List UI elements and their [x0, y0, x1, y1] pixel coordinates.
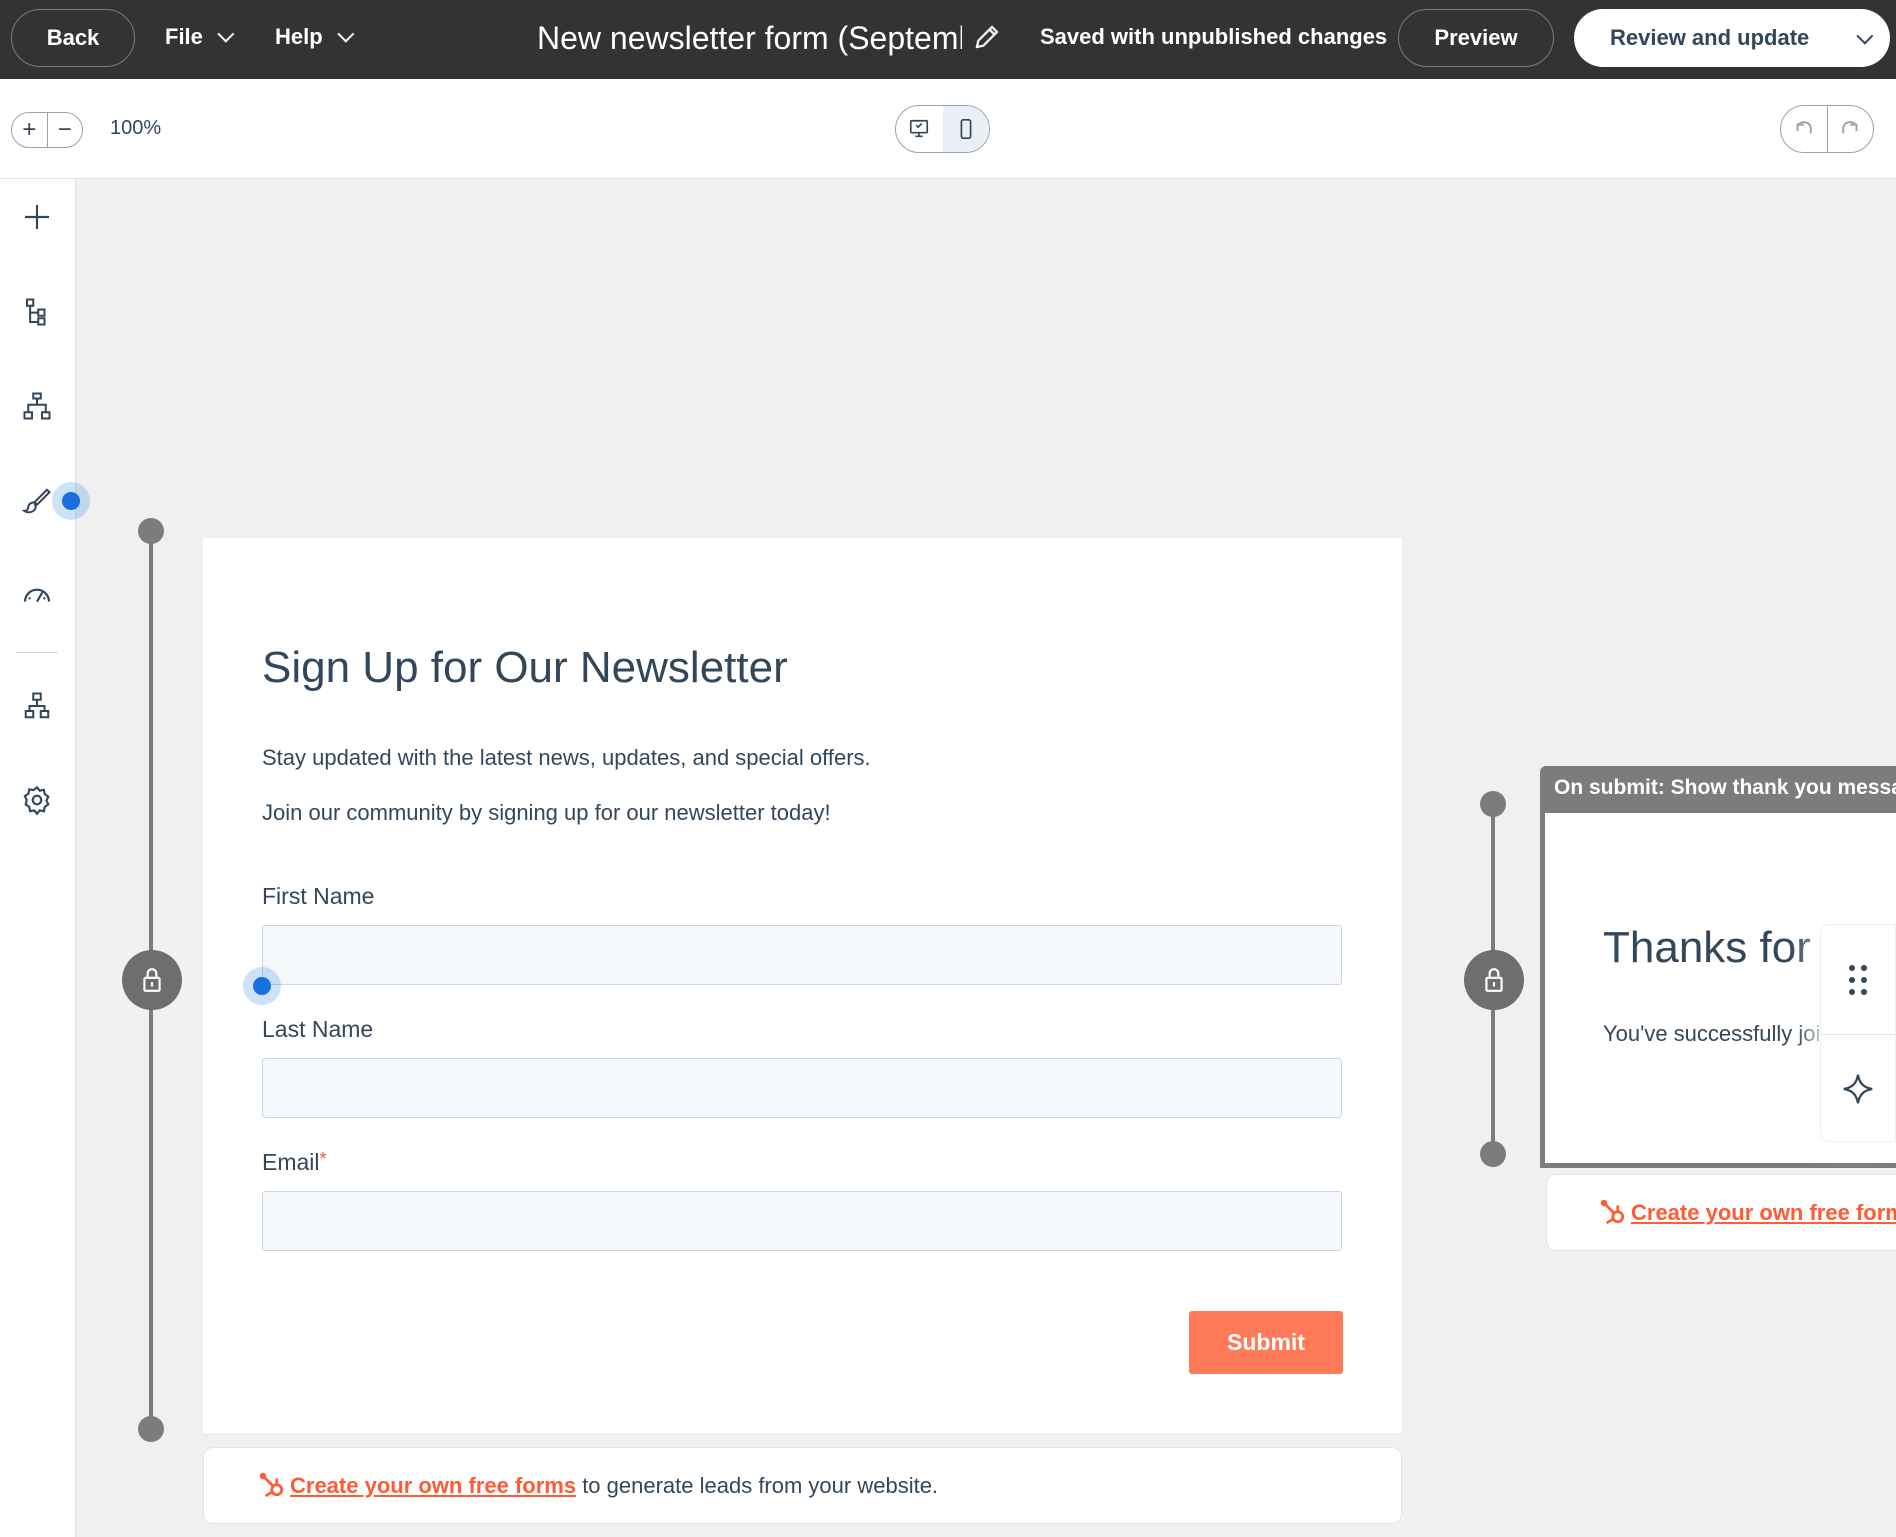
- style-notification-beacon[interactable]: [52, 482, 90, 520]
- pencil-icon[interactable]: [972, 22, 1002, 52]
- footer-text: to generate leads from your website.: [576, 1472, 939, 1498]
- submit-button[interactable]: Submit: [1189, 1311, 1343, 1374]
- performance-button[interactable]: [18, 576, 56, 614]
- review-and-update-button[interactable]: Review and update: [1574, 9, 1890, 67]
- required-marker: *: [319, 1149, 327, 1169]
- zoom-out-button[interactable]: −: [46, 113, 83, 147]
- sidebar-divider: [16, 652, 58, 653]
- file-menu[interactable]: File: [165, 24, 235, 50]
- help-menu[interactable]: Help: [275, 24, 355, 50]
- sparkle-icon: [1843, 1074, 1873, 1104]
- layers-button[interactable]: [18, 293, 56, 331]
- form-description-2[interactable]: Join our community by signing up for our…: [262, 800, 831, 826]
- style-button[interactable]: [18, 482, 56, 520]
- workflow-icon: [24, 692, 50, 719]
- undo-icon: [1796, 121, 1812, 134]
- thank-you-rail-bottom-handle[interactable]: [1480, 1141, 1506, 1167]
- field-focus-beacon[interactable]: [243, 967, 281, 1005]
- form-heading[interactable]: Sign Up for Our Newsletter: [262, 643, 788, 693]
- form-step-lock[interactable]: [122, 950, 182, 1010]
- rail-bottom-handle[interactable]: [138, 1416, 164, 1442]
- redo-button[interactable]: [1826, 106, 1874, 152]
- first-name-label: First Name: [262, 883, 375, 909]
- drag-handle-icon: [1849, 964, 1867, 995]
- on-submit-header[interactable]: On submit: Show thank you message: [1540, 766, 1896, 810]
- rail-top-handle[interactable]: [138, 518, 164, 544]
- ai-assist-button[interactable]: [1821, 1034, 1895, 1143]
- layers-tree-icon: [26, 298, 46, 326]
- workflow-button[interactable]: [18, 687, 56, 725]
- chevron-down-icon: [337, 25, 355, 43]
- canvas-toolbar: + − 100%: [0, 79, 1896, 179]
- desktop-icon: [910, 119, 929, 138]
- thank-you-rail-top-handle[interactable]: [1480, 791, 1506, 817]
- add-element-button[interactable]: [18, 198, 56, 236]
- hubspot-sprocket-icon: [1599, 1198, 1629, 1228]
- email-label-text: Email: [262, 1149, 320, 1175]
- speedometer-icon: [23, 588, 51, 603]
- form-footer: Create your own free forms to generate l…: [203, 1447, 1402, 1524]
- plus-icon: [25, 205, 49, 229]
- save-status: Saved with unpublished changes: [1040, 24, 1388, 49]
- zoom-in-button[interactable]: +: [12, 113, 47, 147]
- top-bar: Back File Help New newsletter form (Sept…: [0, 0, 1896, 79]
- lock-icon: [143, 968, 161, 992]
- preview-button[interactable]: Preview: [1398, 9, 1554, 67]
- lock-icon: [1485, 968, 1503, 992]
- mobile-view-button[interactable]: [942, 106, 989, 152]
- back-button[interactable]: Back: [11, 9, 135, 67]
- form-description-1[interactable]: Stay updated with the latest news, updat…: [262, 745, 871, 771]
- form-title[interactable]: New newsletter form (September: [537, 16, 962, 60]
- undo-button[interactable]: [1781, 106, 1827, 152]
- history-controls: [1780, 105, 1874, 153]
- left-sidebar: [0, 179, 76, 1537]
- chevron-down-icon: [217, 25, 235, 43]
- desktop-view-button[interactable]: [896, 106, 943, 152]
- gear-icon: [23, 785, 50, 816]
- thank-you-footer: Create your own free forms: [1546, 1174, 1896, 1251]
- drag-handle-button[interactable]: [1821, 925, 1895, 1034]
- thank-you-create-forms-link[interactable]: Create your own free forms: [1631, 1200, 1896, 1226]
- redo-icon: [1842, 121, 1858, 134]
- floating-tools: [1820, 924, 1896, 1142]
- device-toggle: [895, 105, 990, 153]
- thank-you-step-lock[interactable]: [1464, 950, 1524, 1010]
- hubspot-sprocket-icon: [258, 1471, 288, 1501]
- zoom-level: 100%: [110, 117, 162, 139]
- zoom-controls: + −: [11, 112, 83, 148]
- chevron-down-icon[interactable]: [1856, 27, 1874, 45]
- hierarchy-icon: [23, 392, 51, 420]
- form-canvas: Sign Up for Our Newsletter Stay updated …: [203, 538, 1402, 1433]
- email-label: Email*: [262, 1149, 327, 1176]
- review-label: Review and update: [1610, 25, 1810, 50]
- create-forms-link[interactable]: Create your own free forms: [290, 1473, 576, 1499]
- last-name-label: Last Name: [262, 1016, 374, 1042]
- last-name-field[interactable]: [262, 1058, 1342, 1118]
- settings-button[interactable]: [18, 781, 56, 819]
- first-name-field[interactable]: [262, 925, 1342, 985]
- help-menu-label: Help: [275, 24, 323, 49]
- email-field[interactable]: [262, 1191, 1342, 1251]
- file-menu-label: File: [165, 24, 203, 49]
- paintbrush-icon: [22, 488, 51, 514]
- mobile-icon: [960, 119, 972, 139]
- structure-button[interactable]: [18, 387, 56, 425]
